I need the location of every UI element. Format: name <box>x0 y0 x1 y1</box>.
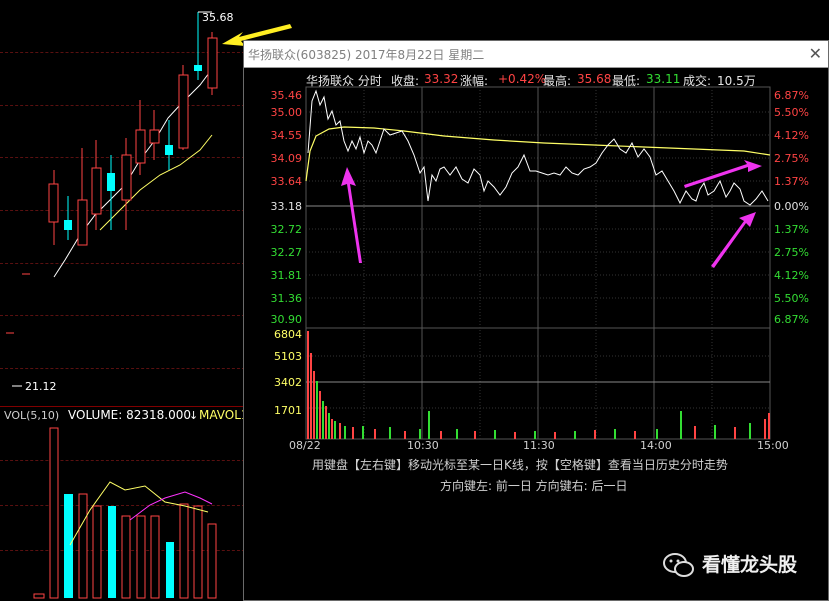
magenta-arrow-icon <box>711 212 756 268</box>
low-price-label: 21.12 <box>25 380 57 393</box>
volume-bars <box>33 427 217 599</box>
candle <box>107 155 115 230</box>
time-tick: 15:00 <box>757 439 789 452</box>
wechat-icon <box>662 551 696 579</box>
intraday-chart <box>305 86 771 440</box>
watermark-text: 看懂龙头股 <box>702 554 798 576</box>
candle <box>77 148 88 246</box>
candle <box>194 12 202 80</box>
ma10-line <box>99 134 213 231</box>
time-tick: 14:00 <box>640 439 672 452</box>
candle <box>178 65 189 150</box>
candle <box>165 120 173 170</box>
time-tick: 11:30 <box>523 439 555 452</box>
vol-indicator-label: VOL(5,10) <box>4 409 60 422</box>
candle <box>207 32 218 95</box>
time-tick: 10:30 <box>407 439 439 452</box>
navigation-hint: 方向键左: 前一日 方向键右: 后一日 <box>440 479 628 493</box>
down-arrow: ↓ <box>189 409 199 422</box>
candle <box>121 138 132 230</box>
high-price-label: 35.68 <box>202 11 234 24</box>
keyboard-hint: 用键盘【左右键】移动光标至某一日K线，按【空格键】查看当日历史分时走势 <box>312 458 728 472</box>
candle <box>64 196 72 240</box>
magenta-arrow-icon <box>684 160 762 188</box>
time-tick: 08/22 <box>289 439 321 452</box>
intraday-window: 华扬联众(603825) 2017年8月22日 星期二 ✕ 华扬联众 分时 收盘… <box>243 40 829 601</box>
kline-chart <box>6 11 292 599</box>
volume-value: VOLUME: 82318.000 <box>68 408 191 422</box>
candle <box>48 170 59 245</box>
magenta-arrow-icon <box>341 167 362 263</box>
candle <box>149 110 160 160</box>
